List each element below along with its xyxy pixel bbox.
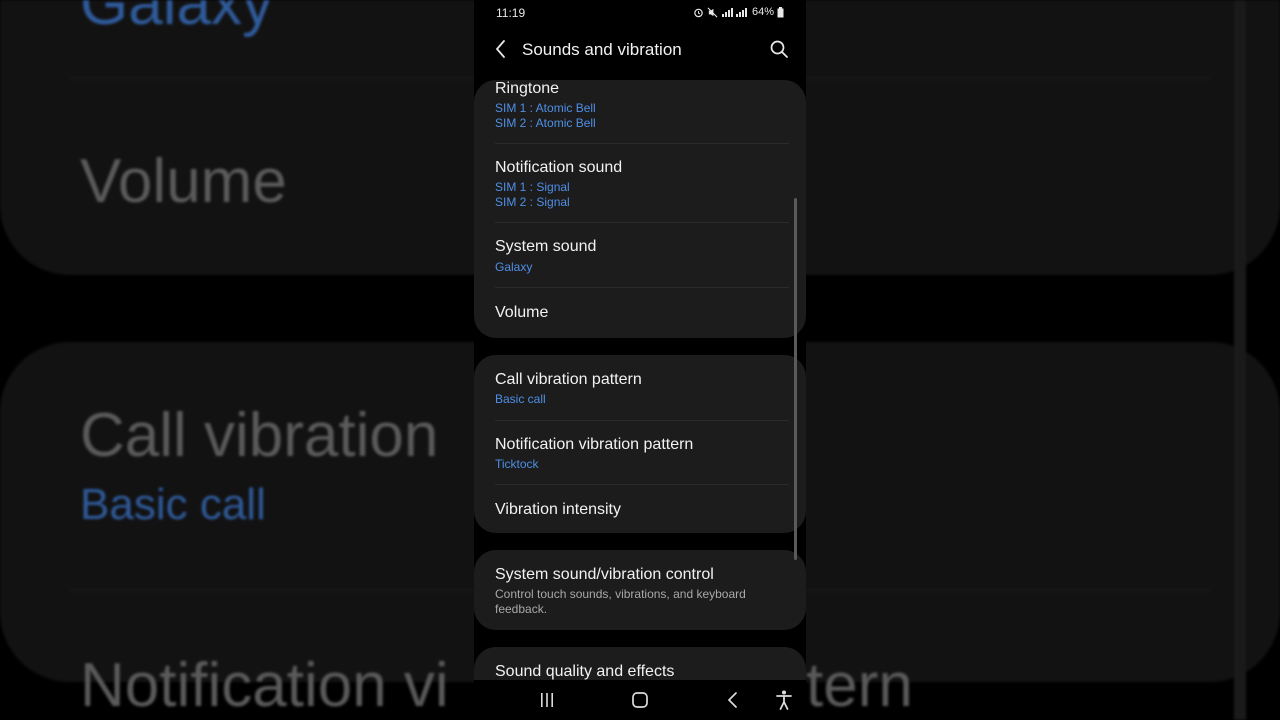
volume-label: Volume	[495, 304, 549, 321]
system-sound-value: Galaxy	[495, 260, 533, 274]
status-time: 11:19	[496, 6, 526, 20]
search-icon[interactable]	[768, 38, 790, 60]
signal-icon	[721, 7, 747, 17]
accessibility-icon[interactable]	[772, 688, 796, 712]
bg-text-call-vibration: Call vibration	[80, 401, 439, 470]
system-control-label: System sound/vibration control	[495, 566, 714, 583]
bg-text-notification: Notification vi	[80, 651, 449, 720]
battery-icon	[777, 6, 784, 17]
back-icon[interactable]	[721, 688, 745, 712]
call-vibration-value: Basic call	[495, 392, 546, 406]
mute-icon	[707, 7, 718, 17]
system-sound-label: System sound	[495, 238, 597, 255]
notification-vibration-value: Ticktock	[495, 457, 539, 471]
bg-text-volume: Volume	[80, 147, 287, 216]
recent-apps-icon[interactable]	[535, 688, 559, 712]
notification-sound-sim1: SIM 1 : Signal	[495, 180, 570, 194]
phone-screen: 11:19 64% Sounds and vibration Ringtone …	[474, 0, 806, 720]
bg-scrollbar	[1234, 0, 1246, 720]
notification-sound-sim2: SIM 2 : Signal	[495, 195, 570, 209]
notification-sound-label: Notification sound	[495, 159, 623, 176]
page-title: Sounds and vibration	[522, 40, 682, 59]
alarm-icon	[694, 8, 703, 17]
notification-vibration-item[interactable]: Notification vibration pattern Ticktock	[474, 421, 806, 484]
ringtone-sim2: SIM 2 : Atomic Bell	[495, 116, 596, 130]
call-vibration-item[interactable]: Call vibration pattern Basic call	[474, 355, 806, 420]
navigation-bar	[474, 680, 806, 720]
scrollbar[interactable]	[794, 198, 797, 560]
bg-text-galaxy: Galaxy	[80, 0, 273, 38]
notification-vibration-label: Notification vibration pattern	[495, 436, 694, 453]
call-vibration-label: Call vibration pattern	[495, 371, 642, 388]
app-bar: Sounds and vibration	[474, 30, 806, 70]
status-bar: 11:19 64%	[474, 0, 806, 26]
ringtone-item[interactable]: Ringtone SIM 1 : Atomic Bell SIM 2 : Ato…	[474, 80, 806, 143]
vibration-intensity-item[interactable]: Vibration intensity	[474, 485, 806, 533]
sound-quality-label: Sound quality and effects	[495, 663, 675, 680]
bg-text-basic-call: Basic call	[80, 480, 266, 529]
notification-sound-item[interactable]: Notification sound SIM 1 : Signal SIM 2 …	[474, 144, 806, 222]
volume-item[interactable]: Volume	[474, 288, 806, 338]
system-control-item[interactable]: System sound/vibration control Control t…	[474, 550, 806, 630]
battery-percent: 64%	[751, 6, 774, 18]
home-icon[interactable]	[628, 688, 652, 712]
ringtone-label: Ringtone	[495, 80, 560, 97]
bg-text-pattern: tern	[806, 651, 913, 720]
system-sound-item[interactable]: System sound Galaxy	[474, 223, 806, 287]
ringtone-sim1: SIM 1 : Atomic Bell	[495, 101, 596, 115]
back-arrow-icon[interactable]	[490, 38, 512, 60]
status-icons: 64%	[693, 6, 784, 18]
vibration-intensity-label: Vibration intensity	[495, 501, 621, 518]
system-control-description: Control touch sounds, vibrations, and ke…	[495, 587, 746, 616]
